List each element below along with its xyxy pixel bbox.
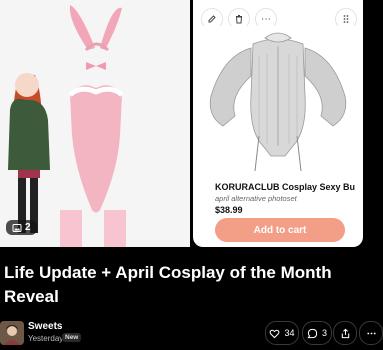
cosplay-illustration: [0, 0, 190, 247]
image-icon: [12, 223, 22, 232]
like-count: 34: [284, 328, 295, 338]
drag-handle-icon: [343, 15, 349, 23]
comment-icon: [307, 328, 318, 338]
comment-count: 3: [321, 328, 327, 338]
post-media: 2 ⋯ KORURACLUB Cosplay Sexy Bu april alt…: [0, 0, 383, 247]
product-image[interactable]: [193, 26, 363, 176]
comment-button[interactable]: 3: [302, 321, 332, 345]
new-badge: New: [62, 333, 82, 342]
more-horizontal-icon: [366, 332, 376, 334]
post-time: Yesterday: [28, 334, 64, 343]
product-subtitle: april alternative photoset: [215, 194, 297, 203]
photo-count-value: 2: [25, 222, 31, 233]
heart-icon: [270, 329, 280, 338]
avatar-image: [0, 321, 24, 345]
trash-icon: [235, 15, 243, 24]
share-icon: [341, 328, 349, 338]
post-footer: Sweets Yesterday New 34 3: [0, 318, 383, 348]
more-options-button[interactable]: [359, 321, 383, 345]
photo-count-badge: 2: [6, 220, 37, 235]
product-card[interactable]: ⋯ KORURACLUB Cosplay Sexy Bunn...: [193, 0, 363, 247]
share-button[interactable]: [333, 321, 357, 345]
add-to-cart-button[interactable]: Add to cart: [215, 218, 345, 242]
edit-icon: [208, 15, 216, 23]
more-icon: ⋯: [261, 13, 271, 25]
like-button[interactable]: 34: [265, 321, 299, 345]
author-name[interactable]: Sweets: [28, 321, 62, 332]
product-price: $38.99: [215, 205, 243, 215]
cosplay-photo[interactable]: 2: [0, 0, 190, 247]
post-title[interactable]: Life Update + April Cosplay of the Month…: [4, 261, 374, 309]
product-title[interactable]: KORURACLUB Cosplay Sexy Bunn...: [215, 182, 355, 192]
avatar[interactable]: [0, 321, 24, 345]
